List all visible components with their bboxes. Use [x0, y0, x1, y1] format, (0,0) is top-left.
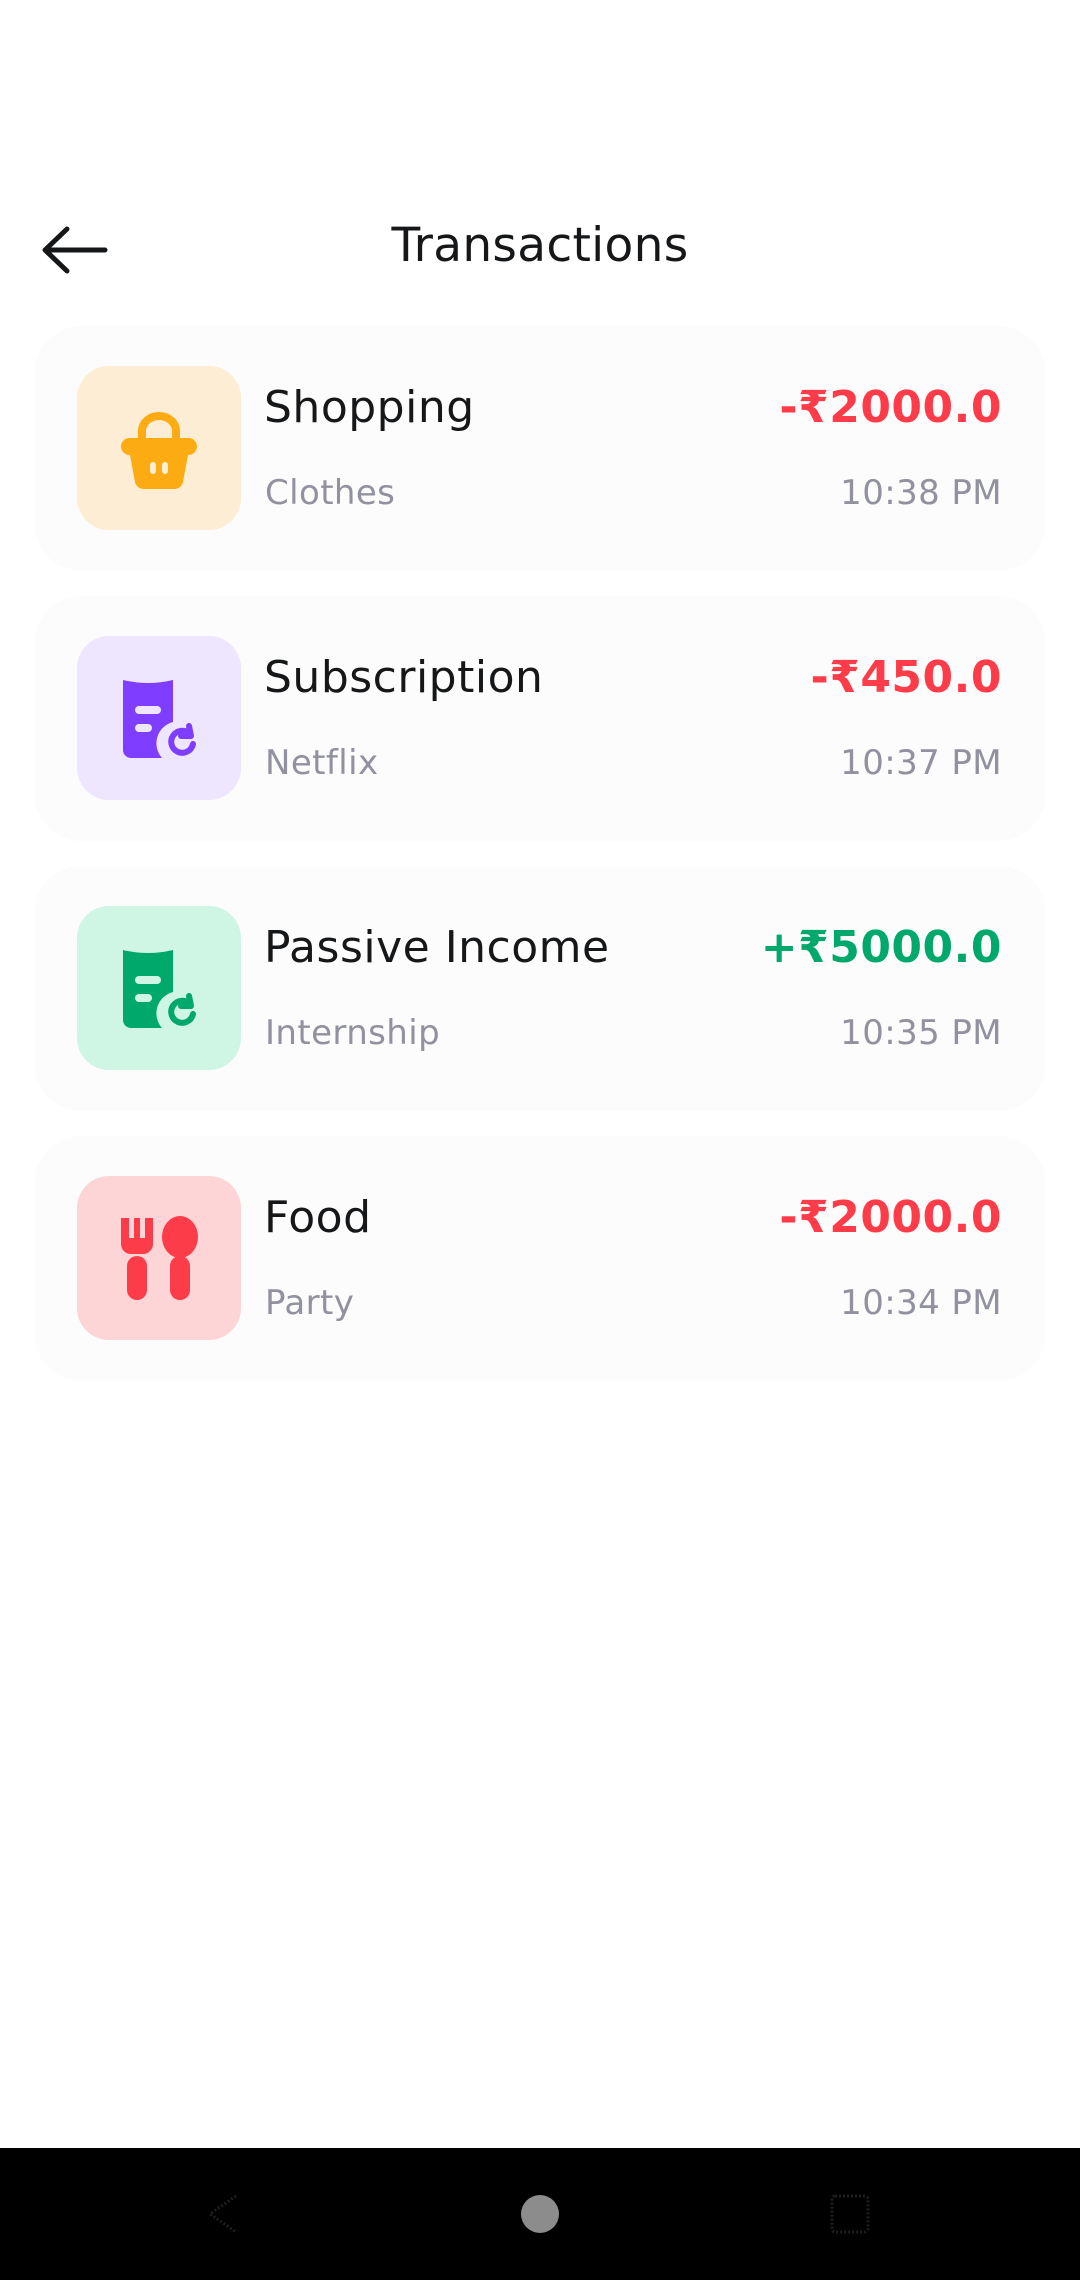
circle-home-icon [521, 2195, 559, 2233]
transaction-card-shopping[interactable]: Shopping Clothes -₹2000.0 10:38 PM [34, 326, 1046, 571]
nav-recents-button[interactable] [810, 2178, 890, 2250]
transaction-card-food[interactable]: Food Party -₹2000.0 10:34 PM [34, 1136, 1046, 1381]
transaction-time: 10:34 PM [840, 1283, 1002, 1323]
icon-tile [77, 366, 241, 530]
nav-home-button[interactable] [500, 2178, 580, 2250]
system-navigation-bar [0, 2148, 1080, 2280]
transaction-amount: -₹2000.0 [779, 382, 1002, 433]
transaction-card-subscription[interactable]: Subscription Netflix -₹450.0 10:37 PM [34, 596, 1046, 841]
transaction-description: Internship [265, 1013, 441, 1053]
transaction-description: Clothes [265, 473, 396, 513]
transaction-amount: +₹5000.0 [760, 922, 1002, 973]
recurring-bill-icon [123, 680, 201, 760]
transaction-category: Food [264, 1192, 372, 1243]
page-title: Transactions [391, 218, 689, 273]
app-bar: Transactions [0, 190, 1080, 310]
transaction-category: Shopping [264, 382, 475, 433]
transaction-time: 10:37 PM [840, 743, 1002, 783]
transaction-description: Netflix [265, 743, 379, 783]
transaction-amount: -₹450.0 [810, 652, 1002, 703]
transaction-time: 10:38 PM [840, 473, 1002, 513]
restaurant-icon [121, 1216, 198, 1300]
icon-tile [77, 1176, 241, 1340]
nav-back-button[interactable] [184, 2178, 264, 2250]
recurring-bill-icon [123, 950, 201, 1030]
icon-tile [77, 906, 241, 1070]
square-recents-icon [830, 2194, 870, 2234]
transaction-category: Passive Income [264, 922, 610, 973]
transaction-description: Party [265, 1283, 355, 1323]
icon-tile [77, 636, 241, 800]
shopping-basket-icon [121, 412, 197, 490]
triangle-back-icon [207, 2194, 237, 2234]
transaction-card-passive-income[interactable]: Passive Income Internship +₹5000.0 10:35… [34, 866, 1046, 1111]
transaction-time: 10:35 PM [840, 1013, 1002, 1053]
transaction-list: Shopping Clothes -₹2000.0 10:38 PM Subsc… [34, 326, 1046, 1406]
transaction-category: Subscription [264, 652, 544, 703]
transaction-amount: -₹2000.0 [779, 1192, 1002, 1243]
